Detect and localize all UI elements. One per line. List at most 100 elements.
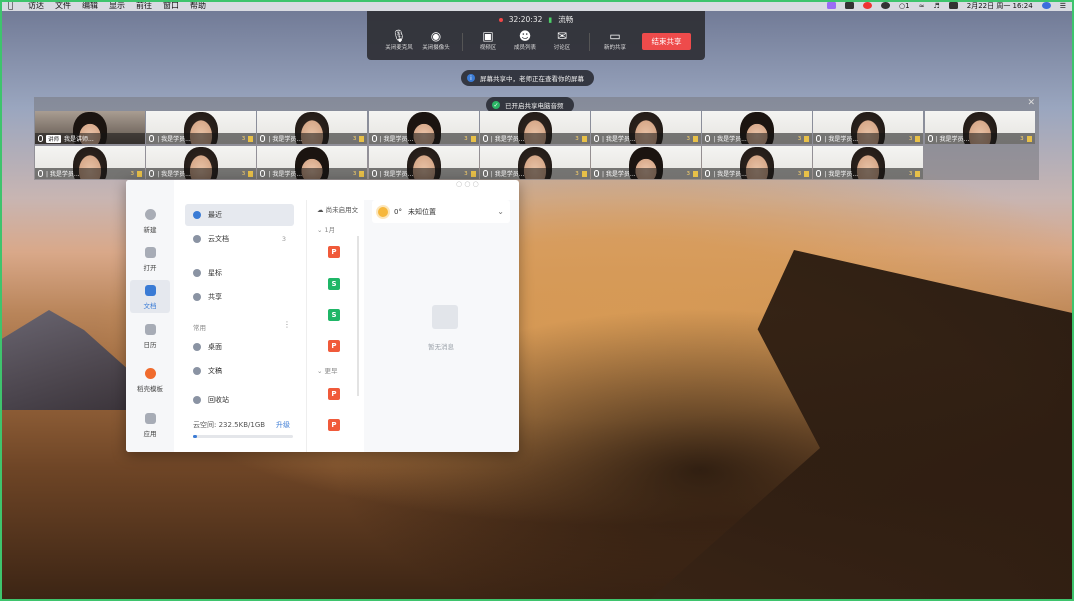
nav-shared[interactable]: 共享: [185, 286, 294, 308]
menu-window[interactable]: 窗口: [163, 0, 179, 11]
members-button[interactable]: ☻ 成员列表: [504, 29, 546, 51]
recording-dot-icon: [498, 17, 503, 22]
tile-count: 3: [908, 170, 913, 177]
spreadsheet-file-icon[interactable]: S: [328, 309, 340, 321]
calendar-icon: [144, 324, 156, 335]
badge-icon: [804, 170, 810, 177]
pdf-file-icon[interactable]: P: [328, 419, 340, 431]
nav-starred-label: 星标: [208, 269, 222, 277]
camera-off-button[interactable]: ◉ 关闭摄像头: [415, 29, 457, 51]
participant-name: | 我是学员...: [490, 171, 525, 178]
rail-new[interactable]: 新建: [130, 204, 170, 237]
end-share-button[interactable]: 结束共享: [642, 33, 691, 50]
group-earlier[interactable]: ⌄ 更早: [317, 365, 338, 375]
menu-go[interactable]: 前往: [136, 0, 152, 11]
nav-documents[interactable]: 文稿: [185, 360, 294, 382]
tile-info-bar: | 我是学员... 3: [257, 133, 368, 144]
rail-open-label: 打开: [143, 264, 157, 272]
more-icon[interactable]: ⋮: [283, 320, 291, 329]
rail-apps[interactable]: 应用: [130, 408, 170, 441]
participant-name: | 我是学员...: [268, 136, 303, 143]
chat-button[interactable]: ✉ 讨论区: [541, 29, 583, 51]
app-rail: 新建 打开 文档 日历 稻壳模板 应用: [126, 180, 174, 452]
video-tile[interactable]: 讲师 我是讲师...: [35, 111, 145, 144]
microphone-icon: [816, 170, 822, 177]
nav-recent[interactable]: 最近: [185, 204, 294, 226]
chevron-down-icon[interactable]: ⌄: [497, 207, 504, 216]
nav-trash[interactable]: 回收站: [185, 389, 294, 411]
nav-cloud-docs[interactable]: 云文档 3: [185, 228, 294, 250]
mute-mic-button[interactable]: 🎙 关闭麦克风: [378, 29, 420, 51]
badge-icon: [915, 170, 921, 177]
microphone-icon: [594, 170, 599, 177]
apps-icon: [144, 413, 156, 424]
video-tile[interactable]: | 我是学员... 3: [35, 146, 145, 179]
new-share-button[interactable]: ▭ 新的共享: [594, 29, 636, 51]
microphone-icon: [816, 135, 822, 142]
video-tile[interactable]: | 我是学员... 3: [702, 111, 813, 144]
datetime[interactable]: 2月22日 周一 16:24: [967, 1, 1033, 11]
upgrade-link[interactable]: 升级: [276, 420, 290, 430]
siri-icon[interactable]: [1041, 2, 1051, 9]
close-icon[interactable]: ✕: [1027, 98, 1035, 108]
spreadsheet-file-icon[interactable]: S: [328, 278, 340, 290]
file-list: ☁ 尚未启用文 ⌄ 1月 P S S P ⌄ 更早 P P: [306, 200, 364, 452]
nav-starred[interactable]: 星标: [185, 262, 294, 284]
wifi-icon[interactable]: ≈: [919, 2, 925, 10]
video-tile[interactable]: | 我是学员... 3: [591, 146, 701, 179]
microphone-icon: [149, 135, 155, 142]
record-icon[interactable]: [863, 2, 872, 9]
trash-icon: [193, 396, 201, 404]
presentation-file-icon[interactable]: P: [328, 246, 340, 258]
storage-bar: [193, 435, 293, 438]
volume-icon[interactable]: ♬: [933, 2, 939, 10]
video-area-button[interactable]: ▣ 视频区: [467, 29, 509, 51]
video-tile[interactable]: | 我是学员... 3: [702, 146, 813, 179]
video-tile[interactable]: | 我是学员... 3: [368, 111, 479, 144]
microphone-icon: [260, 135, 266, 142]
pdf-file-icon[interactable]: P: [328, 340, 340, 352]
weather-widget[interactable]: 0° 未知位置 ⌄: [372, 200, 510, 223]
video-tile[interactable]: | 我是学员... 3: [479, 146, 590, 179]
microphone-icon: [38, 170, 43, 177]
tile-count: 3: [1020, 135, 1024, 142]
video-tile[interactable]: | 我是学员... 3: [257, 111, 368, 144]
menu-finder[interactable]: 访达: [28, 0, 44, 11]
clock-icon: [193, 211, 201, 219]
apple-icon[interactable]: : [8, 1, 18, 11]
info-icon: i: [467, 74, 475, 82]
video-tile[interactable]: | 我是学员... 3: [479, 111, 590, 144]
video-tile[interactable]: | 我是学员... 3: [146, 146, 257, 179]
rail-apps-label: 应用: [143, 430, 157, 438]
rail-open[interactable]: 打开: [130, 242, 170, 275]
menu-file[interactable]: 文件: [55, 0, 71, 11]
menu-view[interactable]: 显示: [109, 0, 125, 11]
tile-count: 3: [464, 135, 468, 142]
sharing-notice: i 屏幕共享中，老师正在查看你的屏幕: [461, 70, 594, 86]
tile-info-bar: | 我是学员... 3: [591, 133, 701, 144]
nav-desktop[interactable]: 桌面: [185, 336, 294, 358]
video-tile[interactable]: | 我是学员... 3: [257, 146, 368, 179]
app-icon[interactable]: [827, 2, 836, 9]
video-tile[interactable]: | 我是学员... 3: [813, 111, 924, 144]
control-center-icon[interactable]: ☰: [1060, 2, 1066, 10]
menu-edit[interactable]: 编辑: [82, 0, 98, 11]
video-tile[interactable]: | 我是学员... 3: [146, 111, 257, 144]
keyboard-icon[interactable]: [948, 2, 958, 9]
messages-icon[interactable]: ○1: [899, 2, 910, 10]
video-tile[interactable]: | 我是学员... 3: [813, 146, 924, 179]
group-month[interactable]: ⌄ 1月: [317, 224, 335, 234]
rail-templates[interactable]: 稻壳模板: [130, 363, 170, 396]
video-tile[interactable]: | 我是学员... 3: [368, 146, 479, 179]
video-tile[interactable]: | 我是学员... 3: [591, 111, 701, 144]
monitor-icon[interactable]: [845, 2, 854, 9]
rail-docs[interactable]: 文档: [130, 280, 170, 313]
window-controls[interactable]: ○ ○ ○: [456, 180, 479, 188]
rail-calendar[interactable]: 日历: [130, 319, 170, 352]
participant-name: | 我是学员...: [379, 171, 414, 178]
pdf-file-icon[interactable]: P: [328, 388, 340, 400]
menu-help[interactable]: 帮助: [190, 0, 206, 11]
video-tile[interactable]: | 我是学员... 3: [924, 111, 1035, 144]
focus-icon[interactable]: [881, 2, 890, 9]
file-list-scrollbar[interactable]: [357, 236, 359, 396]
